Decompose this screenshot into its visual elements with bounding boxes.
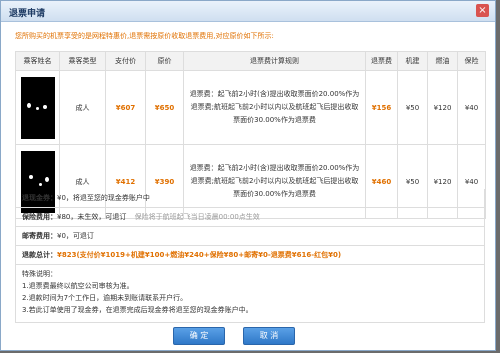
col-fee: 退票费 (365, 51, 398, 71)
fuel-fee: ¥120 (427, 70, 458, 145)
confirm-button[interactable]: 确 定 (173, 327, 225, 345)
refund-voucher-row: 退现金券：¥0，将退至您的现金券账户中 (15, 189, 485, 208)
airport-fee: ¥50 (397, 70, 428, 145)
refund-total-label: 退款总计： (22, 251, 57, 259)
postage-label: 邮寄费用： (22, 232, 57, 240)
passenger-type: 成人 (59, 70, 106, 145)
col-name: 乘客姓名 (15, 51, 60, 71)
price-notice: 您所购买的机票享受的是网程特惠价,退票需按原价收取退票费用,对应原价如下所示: (15, 32, 274, 40)
col-paid: 支付价 (105, 51, 146, 71)
insurance-row: 保险费用：¥80，未生效，可退订 保险将于航班起飞当日凌晨00:00点生效 (15, 208, 485, 227)
note-line: 1.退票费最终以航空公司审核为准。 (22, 282, 134, 290)
col-type: 乘客类型 (59, 51, 106, 71)
refund-rule: 退票费：起飞前2小时(含)提出收取票面价20.00%作为退票费;航班起飞前2小时… (183, 70, 366, 145)
refund-voucher-label: 退现金券： (22, 194, 57, 202)
col-fuel: 燃油 (427, 51, 458, 71)
postage-row: 邮寄费用：¥0，可退订 (15, 227, 485, 246)
refund-voucher-text: ¥0，将退至您的现金券账户中 (57, 194, 150, 202)
refund-total-row: 退款总计：¥823(支付价¥1019+机建¥100+燃油¥240+保险¥80+邮… (15, 246, 485, 265)
note-line: 3.若此订单使用了现金券，在退票完成后现金券将退至您的现金券账户中。 (22, 306, 253, 314)
refund-dialog: 退票申请 × 您所购买的机票享受的是网程特惠价,退票需按原价收取退票费用,对应原… (0, 0, 496, 351)
col-rule: 退票费计算规则 (183, 51, 366, 71)
redacted-name-image (20, 76, 55, 139)
table-header: 乘客姓名 乘客类型 支付价 原价 退票费计算规则 退票费 机建 燃油 保险 (15, 51, 486, 71)
insurance-hint: 保险将于航班起飞当日凌晨00:00点生效 (134, 213, 260, 221)
refund-fee: ¥156 (365, 70, 398, 145)
postage-text: ¥0，可退订 (57, 232, 94, 240)
paid-price: ¥607 (105, 70, 146, 145)
dialog-titlebar: 退票申请 × (1, 1, 495, 22)
original-price: ¥650 (145, 70, 184, 145)
insurance-fee: ¥40 (457, 70, 486, 145)
notes-title: 特殊说明： (22, 270, 57, 278)
col-airport: 机建 (397, 51, 428, 71)
insurance-text: ¥80，未生效，可退订 (57, 213, 127, 221)
note-line: 2.退款时间为7个工作日，逾期未到账请联系开户行。 (22, 294, 188, 302)
close-icon[interactable]: × (476, 4, 489, 17)
passenger-name-cell (15, 70, 60, 145)
table-row: 成人 ¥607 ¥650 退票费：起飞前2小时(含)提出收取票面价20.00%作… (15, 70, 486, 145)
refund-total-text: ¥823(支付价¥1019+机建¥100+燃油¥240+保险¥80+邮寄¥0-退… (57, 251, 342, 259)
special-notes: 特殊说明： 1.退票费最终以航空公司审核为准。 2.退款时间为7个工作日，逾期未… (15, 265, 485, 323)
col-original: 原价 (145, 51, 184, 71)
insurance-label: 保险费用： (22, 213, 57, 221)
cancel-button[interactable]: 取 消 (243, 327, 295, 345)
col-insurance: 保险 (457, 51, 486, 71)
dialog-title: 退票申请 (9, 9, 46, 19)
